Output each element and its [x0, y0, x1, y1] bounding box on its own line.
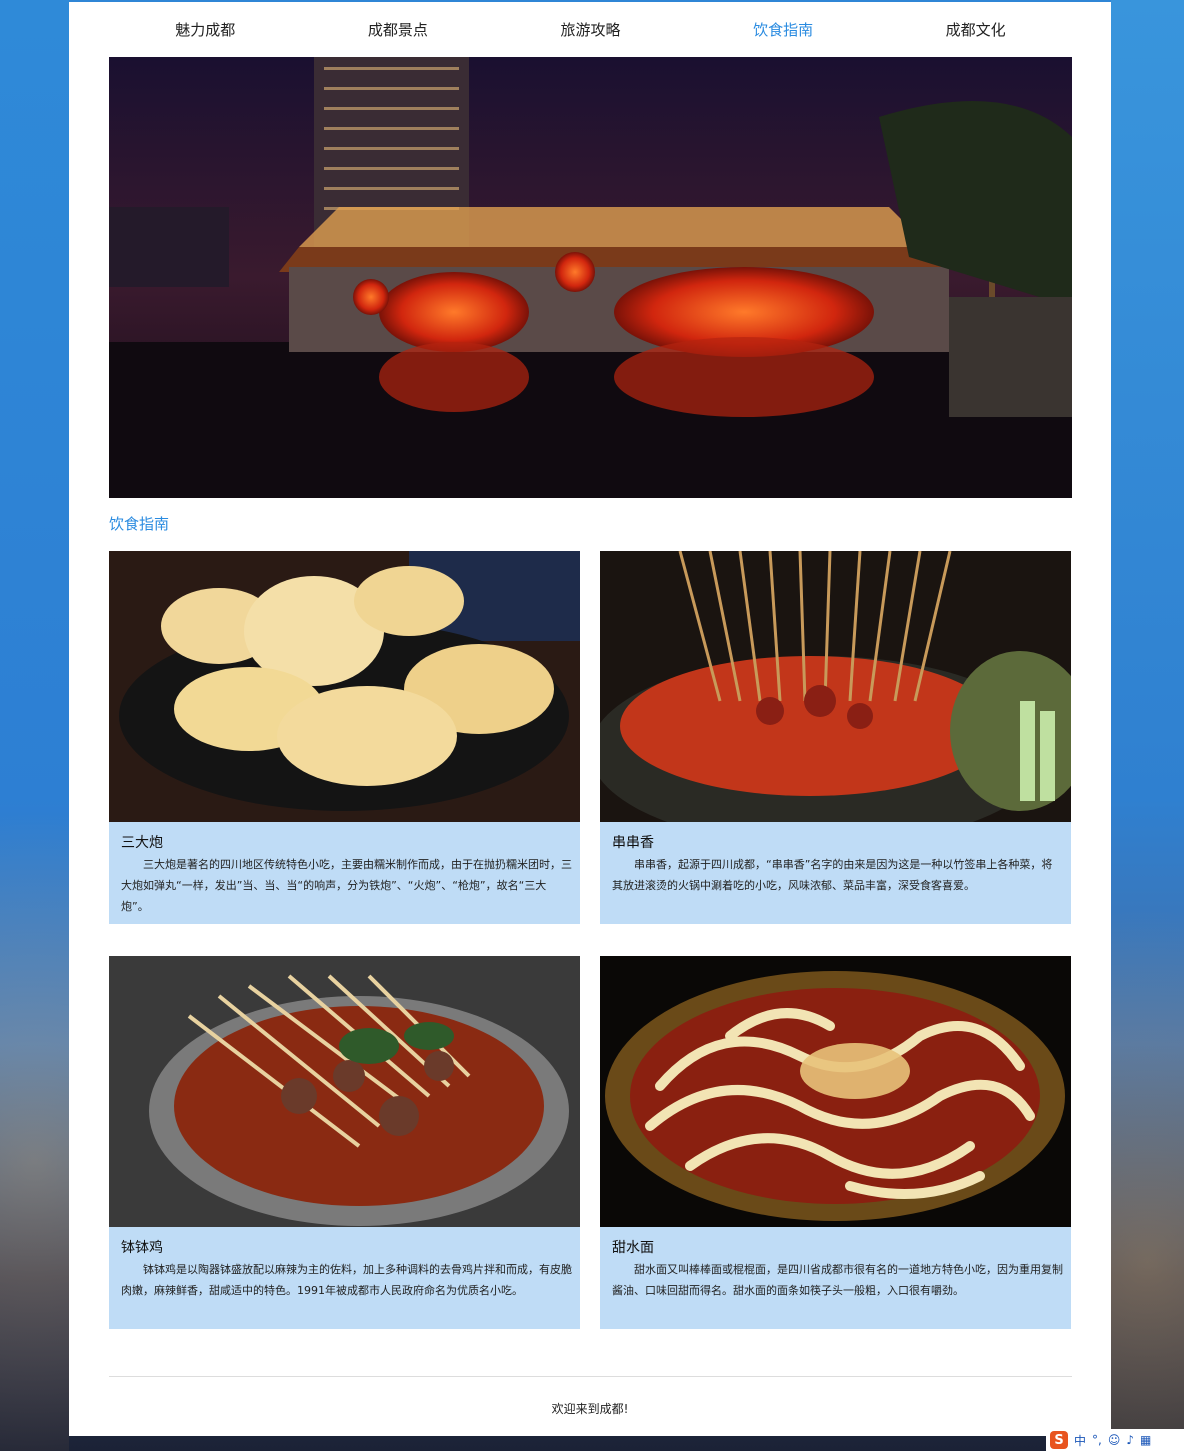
nav-item-travel-guide[interactable]: 旅游攻略: [494, 2, 687, 57]
ime-mode-label[interactable]: 中: [1074, 1432, 1086, 1449]
food-card-tianshuimian[interactable]: 甜水面 甜水面又叫棒棒面或棍棍面，是四川省成都市很有名的一道地方特色小吃，因为重…: [600, 956, 1071, 1329]
food-image-bobochicken: [109, 956, 580, 1227]
bridge-night-illustration: [109, 57, 1072, 498]
food-title: 甜水面: [612, 1240, 654, 1256]
ime-toolbar[interactable]: S 中 °, ☺ ♪ ▦: [1046, 1429, 1184, 1451]
page-container: 魅力成都 成都景点 旅游攻略 饮食指南 成都文化 饮食指南 三大炮 三大炮是著名…: [69, 2, 1111, 1436]
footer-divider: [109, 1376, 1072, 1377]
nav-item-attractions[interactable]: 成都景点: [302, 2, 495, 57]
background-left: [0, 0, 69, 1451]
food-description: 钵钵鸡是以陶器钵盛放配以麻辣为主的佐料，加上多种调料的去骨鸡片拌和而成，有皮脆肉…: [121, 1263, 572, 1297]
footer-text: 欢迎来到成都!: [551, 1402, 629, 1416]
food-description: 甜水面又叫棒棒面或棍棍面，是四川省成都市很有名的一道地方特色小吃，因为重用复制酱…: [612, 1263, 1063, 1297]
sogou-logo-icon[interactable]: S: [1050, 1431, 1068, 1449]
nav-item-charm[interactable]: 魅力成都: [109, 2, 302, 57]
punctuation-icon[interactable]: °,: [1092, 1433, 1102, 1447]
section-title: 饮食指南: [109, 515, 170, 533]
nav-item-culture[interactable]: 成都文化: [879, 2, 1072, 57]
banner-image: [109, 57, 1072, 498]
emoji-icon[interactable]: ☺: [1108, 1433, 1121, 1447]
food-title: 串串香: [612, 835, 654, 851]
food-description: 三大炮是著名的四川地区传统特色小吃，主要由糯米制作而成，由于在抛扔糯米团时，三大…: [121, 858, 572, 913]
food-image-chuanchuanxiang: [600, 551, 1071, 822]
food-title: 三大炮: [121, 835, 163, 851]
food-card-bobochicken[interactable]: 钵钵鸡 钵钵鸡是以陶器钵盛放配以麻辣为主的佐料，加上多种调料的去骨鸡片拌和而成，…: [109, 956, 580, 1329]
nav-item-food-guide[interactable]: 饮食指南: [687, 2, 880, 57]
food-image-tianshuimian: [600, 956, 1071, 1227]
food-card-chuanchuanxiang[interactable]: 串串香 串串香，起源于四川成都，“串串香”名字的由来是因为这是一种以竹签串上各种…: [600, 551, 1071, 924]
food-card-sandapao[interactable]: 三大炮 三大炮是著名的四川地区传统特色小吃，主要由糯米制作而成，由于在抛扔糯米团…: [109, 551, 580, 924]
keyboard-icon[interactable]: ▦: [1140, 1433, 1151, 1447]
food-description: 串串香，起源于四川成都，“串串香”名字的由来是因为这是一种以竹签串上各种菜，将其…: [612, 858, 1053, 892]
background-right: [1111, 0, 1184, 1451]
main-nav: 魅力成都 成都景点 旅游攻略 饮食指南 成都文化: [109, 2, 1072, 57]
food-title: 钵钵鸡: [121, 1240, 163, 1256]
microphone-icon[interactable]: ♪: [1126, 1433, 1134, 1447]
food-image-sandapao: [109, 551, 580, 822]
